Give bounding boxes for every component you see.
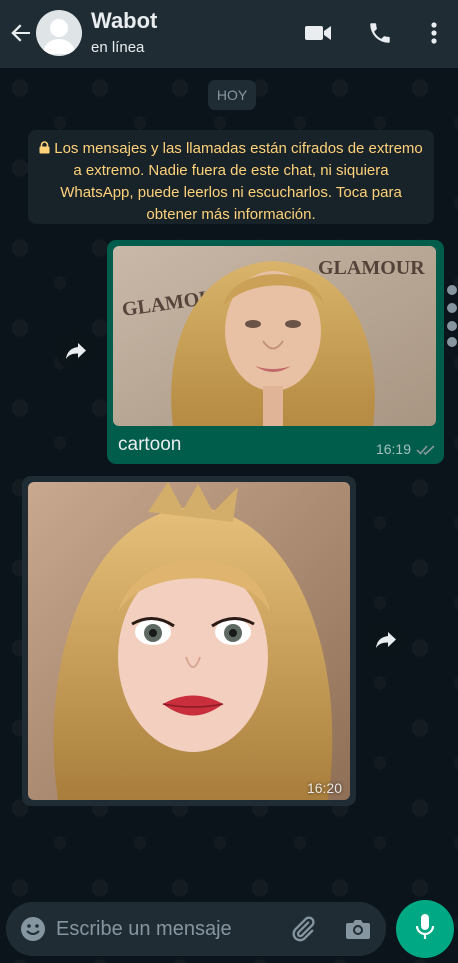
double-check-icon [416,443,436,456]
camera-icon[interactable] [345,917,371,946]
encryption-notice[interactable]: Los mensajes y las llamadas están cifrad… [28,130,434,224]
message-composer [6,902,386,956]
mic-button[interactable] [396,900,454,958]
chat-header: Wabot en línea [0,0,458,68]
back-arrow-icon[interactable] [8,20,34,46]
message-input[interactable] [56,912,276,946]
sent-photo[interactable]: GLAMOUR GLAMOUR [113,246,436,426]
incoming-message[interactable]: 16:20 [22,476,356,806]
received-photo[interactable] [28,482,350,800]
video-call-icon[interactable] [304,20,332,51]
message-time: 16:20 [306,780,342,796]
scroll-indicator-dots [446,282,458,352]
svg-text:GLAMOUR: GLAMOUR [318,257,425,279]
message-time: 16:19 [375,441,411,457]
encryption-notice-text: Los mensajes y las llamadas están cifrad… [54,140,423,223]
lock-icon [39,139,50,154]
contact-status: en línea [91,39,145,56]
day-chip: HOY [208,80,256,110]
phone-icon[interactable] [367,20,393,51]
outgoing-message[interactable]: GLAMOUR GLAMOUR cartoon 16:19 [107,240,444,464]
more-vert-icon[interactable] [428,20,440,51]
attach-icon[interactable] [289,915,317,948]
forward-icon[interactable] [366,620,406,660]
forward-icon[interactable] [56,331,96,371]
contact-name[interactable]: Wabot [91,8,157,34]
emoji-icon[interactable] [20,916,46,947]
message-caption: cartoon [118,434,182,455]
mic-icon [414,913,436,946]
avatar[interactable] [36,10,82,56]
